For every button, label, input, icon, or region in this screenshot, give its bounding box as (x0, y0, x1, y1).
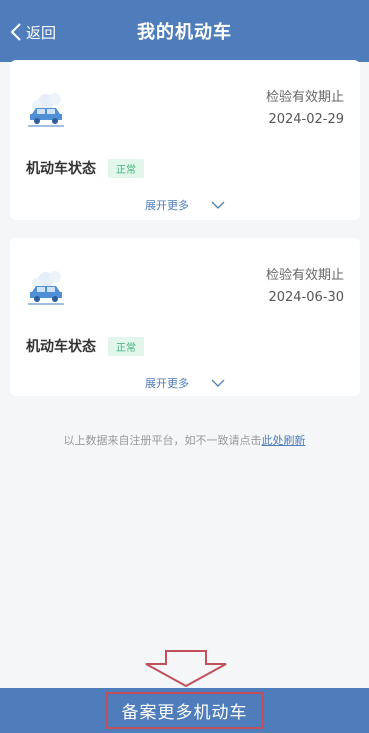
inspection-expiry: 检验有效期止 2024-06-30 (266, 266, 344, 308)
status-label: 机动车状态 (26, 339, 96, 355)
car-icon (28, 93, 64, 127)
expand-more-button[interactable]: 展开更多 (10, 375, 360, 391)
page-title: 我的机动车 (137, 22, 232, 43)
expand-more-label: 展开更多 (145, 199, 189, 212)
expiry-label: 检验有效期止 (265, 90, 344, 105)
arrow-down-icon (145, 650, 227, 688)
chevron-left-icon (10, 23, 21, 41)
page: 返回 我的机动车 检验有效期止 2024-02-29 机动车状态 正常 展开更多 (0, 0, 369, 733)
expiry-label: 检验有效期止 (265, 268, 344, 283)
status-row: 机动车状态 正常 (26, 158, 144, 178)
register-more-vehicles-button[interactable]: 备案更多机动车 (105, 692, 264, 729)
expand-more-button[interactable]: 展开更多 (10, 197, 360, 213)
expand-more-label: 展开更多 (145, 377, 189, 390)
top-nav-bar: 返回 我的机动车 (0, 0, 369, 62)
vehicle-card[interactable]: 检验有效期止 2024-02-29 机动车状态 正常 展开更多 (10, 60, 360, 220)
notice-text: 以上数据来自注册平台，如不一致请点击 (63, 434, 262, 447)
status-row: 机动车状态 正常 (26, 336, 144, 356)
back-button[interactable]: 返回 (8, 20, 56, 44)
status-label: 机动车状态 (26, 161, 96, 177)
status-badge: 正常 (108, 158, 144, 178)
expiry-date: 2024-02-29 (268, 112, 344, 127)
inspection-expiry: 检验有效期止 2024-02-29 (266, 88, 344, 130)
data-source-notice: 以上数据来自注册平台，如不一致请点击此处刷新 (0, 432, 369, 448)
back-label: 返回 (26, 23, 57, 42)
car-icon (28, 271, 64, 305)
vehicle-card[interactable]: 检验有效期止 2024-06-30 机动车状态 正常 展开更多 (10, 238, 360, 396)
bottom-bar: 备案更多机动车 (0, 688, 369, 733)
refresh-link[interactable]: 此处刷新 (262, 434, 306, 447)
chevron-down-icon (211, 201, 225, 209)
expiry-date: 2024-06-30 (268, 290, 344, 305)
chevron-down-icon (211, 379, 225, 387)
status-badge: 正常 (108, 336, 144, 356)
